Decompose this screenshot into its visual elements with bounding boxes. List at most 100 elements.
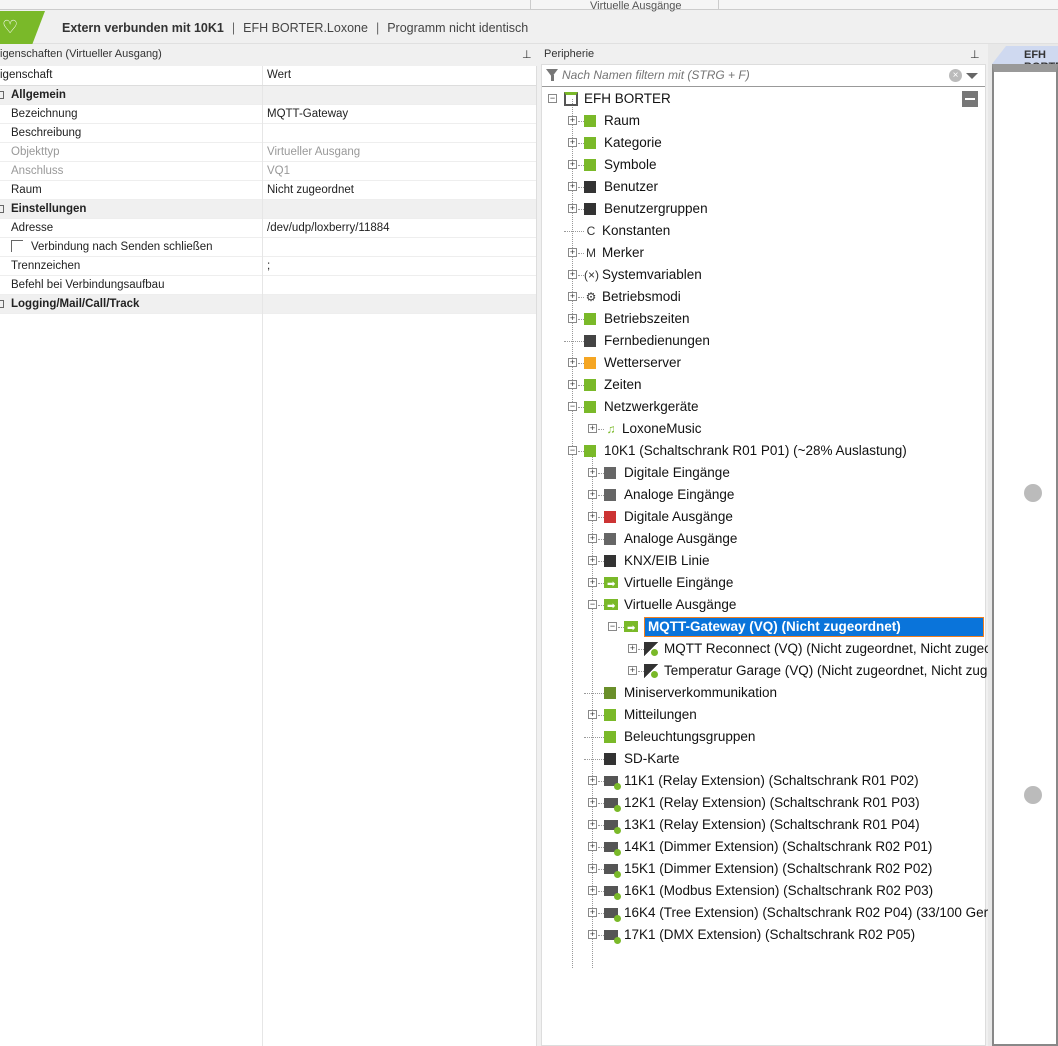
expand-icon[interactable]: + <box>568 270 577 279</box>
tree-node[interactable]: + Wetterserver <box>542 352 985 374</box>
expand-icon[interactable]: + <box>588 842 597 851</box>
tree-node[interactable]: +17K1 (DMX Extension) (Schaltschrank R02… <box>542 924 985 946</box>
property-value[interactable]: Nicht zugeordnet <box>263 181 354 199</box>
expand-icon[interactable]: + <box>588 908 597 917</box>
tree-node[interactable]: + MQTT Reconnect (VQ) (Nicht zugeordnet, … <box>542 638 1027 660</box>
property-row[interactable]: Bezeichnung MQTT-Gateway <box>0 105 536 124</box>
expand-icon[interactable]: + <box>588 930 597 939</box>
tree-node[interactable]: +16K1 (Modbus Extension) (Schaltschrank … <box>542 880 985 902</box>
expand-icon[interactable]: + <box>568 160 577 169</box>
expand-icon[interactable]: + <box>588 490 597 499</box>
tree-node[interactable]: + Benutzer <box>542 176 985 198</box>
tree-node[interactable]: + Betriebszeiten <box>542 308 985 330</box>
tree-node[interactable]: + ♫ LoxoneMusic <box>542 418 985 440</box>
column-value[interactable]: Wert <box>263 66 291 85</box>
expand-icon[interactable]: + <box>568 248 577 257</box>
tree-node[interactable]: SD-Karte <box>542 748 985 770</box>
expand-icon[interactable]: + <box>568 292 577 301</box>
expand-icon[interactable]: + <box>588 512 597 521</box>
tree-node[interactable]: Beleuchtungsgruppen <box>542 726 985 748</box>
tree-node[interactable]: + ➡ Virtuelle Eingänge <box>542 572 985 594</box>
tree-node[interactable]: + Digitale Eingänge <box>542 462 985 484</box>
property-value[interactable]: ; <box>263 257 270 275</box>
tree-node[interactable]: − EFH BORTER <box>542 88 985 110</box>
tree-node[interactable]: +12K1 (Relay Extension) (Schaltschrank R… <box>542 792 985 814</box>
tree-node[interactable]: +14K1 (Dimmer Extension) (Schaltschrank … <box>542 836 985 858</box>
scroll-knob[interactable] <box>1024 786 1042 804</box>
tree-node[interactable]: − Netzwerkgeräte <box>542 396 985 418</box>
tree-node[interactable]: + Mitteilungen <box>542 704 985 726</box>
tree-node[interactable]: + Analoge Ausgänge <box>542 528 985 550</box>
expand-icon[interactable]: + <box>568 204 577 213</box>
expand-icon[interactable]: + <box>588 578 597 587</box>
collapse-icon[interactable] <box>0 205 4 213</box>
document-canvas[interactable] <box>992 64 1058 1046</box>
expand-icon[interactable]: + <box>588 798 597 807</box>
expand-icon[interactable]: + <box>588 468 597 477</box>
collapse-icon[interactable] <box>0 300 4 308</box>
pin-icon[interactable]: ⊥ <box>522 48 532 61</box>
tree-node[interactable]: Miniserverkommunikation <box>542 682 985 704</box>
expand-icon[interactable]: + <box>588 710 597 719</box>
property-value[interactable]: /dev/udp/loxberry/11884 <box>263 219 390 237</box>
property-row[interactable]: Beschreibung <box>0 124 536 143</box>
collapse-icon[interactable]: − <box>568 402 577 411</box>
expand-icon[interactable]: + <box>588 820 597 829</box>
tree-node[interactable]: + KNX/EIB Linie <box>542 550 985 572</box>
property-group[interactable]: Allgemein <box>0 86 536 105</box>
property-group[interactable]: Einstellungen <box>0 200 536 219</box>
tree-node[interactable]: + Analoge Eingänge <box>542 484 985 506</box>
collapse-icon[interactable] <box>0 91 4 99</box>
expand-icon[interactable]: + <box>588 864 597 873</box>
tree-node[interactable]: + Kategorie <box>542 132 985 154</box>
tree-node[interactable]: + Symbole <box>542 154 985 176</box>
property-row[interactable]: Trennzeichen; <box>0 257 536 276</box>
tree-node[interactable]: + Benutzergruppen <box>542 198 985 220</box>
collapse-icon[interactable]: − <box>588 600 597 609</box>
tree-node[interactable]: +13K1 (Relay Extension) (Schaltschrank R… <box>542 814 985 836</box>
filter-input[interactable] <box>562 68 942 82</box>
tree-node[interactable]: + ⚙ Betriebsmodi <box>542 286 985 308</box>
expand-icon[interactable]: + <box>568 138 577 147</box>
expand-icon[interactable]: + <box>568 380 577 389</box>
expand-icon[interactable]: + <box>568 182 577 191</box>
expand-icon[interactable]: + <box>588 534 597 543</box>
checkbox[interactable] <box>11 240 23 252</box>
tree-node[interactable]: +15K1 (Dimmer Extension) (Schaltschrank … <box>542 858 985 880</box>
tree-node[interactable]: + Raum <box>542 110 985 132</box>
chevron-down-icon[interactable] <box>966 73 978 79</box>
tree-node[interactable]: − ➡ MQTT-Gateway (VQ) (Nicht zugeordnet) <box>542 616 985 638</box>
property-row[interactable]: Adresse/dev/udp/loxberry/11884 <box>0 219 536 238</box>
property-row[interactable]: Anschluss VQ1 <box>0 162 536 181</box>
tree-node[interactable]: + Digitale Ausgänge <box>542 506 985 528</box>
expand-icon[interactable]: + <box>568 116 577 125</box>
collapse-icon[interactable]: − <box>608 622 617 631</box>
scroll-knob[interactable] <box>1024 484 1042 502</box>
property-row[interactable]: Objekttyp Virtueller Ausgang <box>0 143 536 162</box>
tree-node[interactable]: + M Merker <box>542 242 985 264</box>
tree-node[interactable]: C Konstanten <box>542 220 985 242</box>
property-row[interactable]: Raum Nicht zugeordnet <box>0 181 536 200</box>
property-value[interactable] <box>263 124 267 142</box>
document-tab[interactable]: EFH BORTER <box>992 46 1058 64</box>
tree-node[interactable]: Fernbedienungen <box>542 330 985 352</box>
column-property[interactable]: igenschaft <box>0 66 263 85</box>
tree-node[interactable]: − ➡ Virtuelle Ausgänge <box>542 594 985 616</box>
expand-icon[interactable]: + <box>628 644 637 653</box>
loxone-health-logo[interactable]: ♡ <box>0 11 45 44</box>
property-value[interactable]: MQTT-Gateway <box>263 105 348 123</box>
expand-icon[interactable]: + <box>568 314 577 323</box>
property-row[interactable]: Verbindung nach Senden schließen <box>0 238 536 257</box>
collapse-icon[interactable]: − <box>548 94 557 103</box>
pin-icon[interactable]: ⊥ <box>970 48 980 61</box>
property-row[interactable]: Befehl bei Verbindungsaufbau <box>0 276 536 295</box>
tree-node[interactable]: − 10K1 (Schaltschrank R01 P01) (~28% Ausl… <box>542 440 985 462</box>
tree-node[interactable]: +11K1 (Relay Extension) (Schaltschrank R… <box>542 770 985 792</box>
tree-node[interactable]: + (×) Systemvariablen <box>542 264 985 286</box>
tree-node[interactable]: + Temperatur Garage (VQ) (Nicht zugeordne… <box>542 660 1038 682</box>
tree-node[interactable]: +16K4 (Tree Extension) (Schaltschrank R0… <box>542 902 1011 924</box>
property-value[interactable] <box>263 238 267 256</box>
expand-icon[interactable]: + <box>568 358 577 367</box>
expand-icon[interactable]: + <box>628 666 637 675</box>
collapse-icon[interactable]: − <box>568 446 577 455</box>
